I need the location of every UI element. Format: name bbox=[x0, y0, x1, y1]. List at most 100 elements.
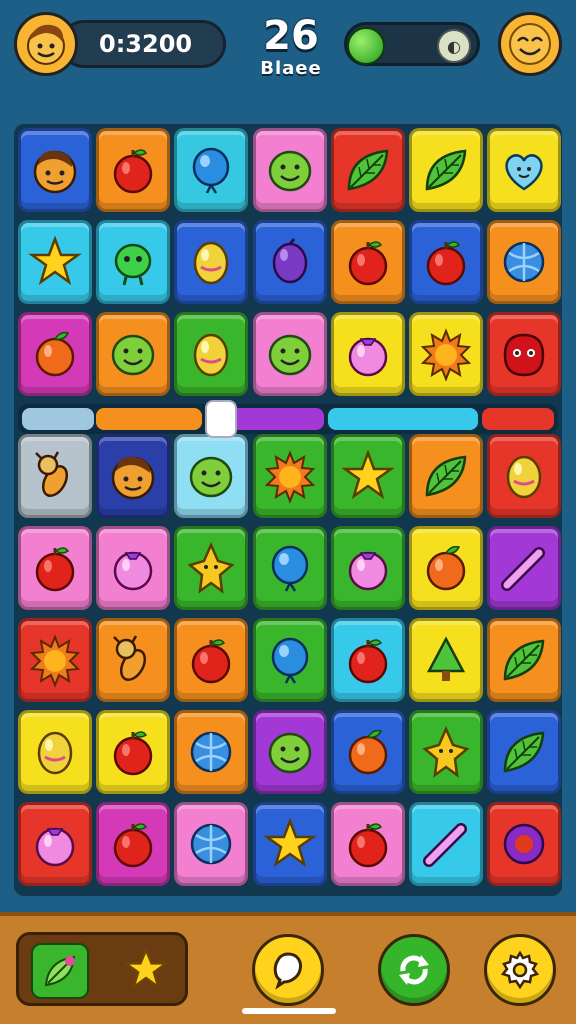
board-tile[interactable] bbox=[487, 312, 562, 396]
board-tile[interactable] bbox=[174, 526, 249, 610]
apple-icon bbox=[113, 149, 153, 194]
board-tile[interactable] bbox=[330, 618, 405, 702]
slider-segment bbox=[22, 408, 94, 430]
leaf-icon bbox=[425, 149, 467, 191]
smile-icon bbox=[268, 150, 311, 192]
leaf-icon bbox=[503, 731, 545, 773]
star-booster-icon[interactable] bbox=[119, 943, 173, 995]
board-tile[interactable] bbox=[18, 526, 92, 610]
board-tile[interactable] bbox=[174, 128, 249, 212]
leaf-icon bbox=[347, 149, 389, 191]
board-tile[interactable] bbox=[18, 710, 92, 794]
ball-icon bbox=[191, 823, 232, 865]
board-tile[interactable] bbox=[18, 128, 92, 212]
refresh-button[interactable] bbox=[378, 934, 450, 1006]
board-tile[interactable] bbox=[174, 618, 249, 702]
board-tile[interactable] bbox=[252, 710, 327, 794]
slider-segment bbox=[96, 408, 202, 430]
board-tile[interactable] bbox=[487, 220, 562, 304]
board-tile[interactable] bbox=[96, 434, 171, 518]
board-tile[interactable] bbox=[252, 128, 327, 212]
board-tile[interactable] bbox=[96, 312, 171, 396]
player-avatar[interactable] bbox=[14, 12, 78, 76]
board-tile[interactable] bbox=[252, 802, 327, 886]
energy-bar[interactable]: ◐ bbox=[344, 22, 480, 66]
board-tile[interactable] bbox=[174, 802, 249, 886]
heart-icon bbox=[505, 154, 543, 191]
board-tile[interactable] bbox=[487, 526, 562, 610]
board-tile[interactable] bbox=[252, 434, 327, 518]
board-tile[interactable] bbox=[174, 434, 249, 518]
board-tile[interactable] bbox=[330, 434, 405, 518]
board-tile[interactable] bbox=[96, 802, 171, 886]
board-tile[interactable] bbox=[409, 128, 483, 212]
board-tile[interactable] bbox=[487, 128, 562, 212]
board-tile[interactable] bbox=[18, 618, 92, 702]
board-tile[interactable] bbox=[487, 618, 562, 702]
board-tile[interactable] bbox=[96, 128, 171, 212]
green-gem-icon bbox=[347, 27, 385, 65]
leaf-icon bbox=[425, 455, 467, 497]
berry-icon bbox=[348, 551, 388, 591]
board-tile[interactable] bbox=[487, 802, 562, 886]
board-tile[interactable] bbox=[96, 618, 171, 702]
board-tile[interactable] bbox=[174, 220, 249, 304]
board-tile[interactable] bbox=[487, 434, 562, 518]
board-tile[interactable] bbox=[174, 710, 249, 794]
board-tile[interactable] bbox=[330, 312, 405, 396]
smile-icon bbox=[190, 456, 233, 498]
apple-icon bbox=[348, 241, 388, 286]
score-display: 0:3200 bbox=[60, 20, 226, 68]
row-slider[interactable] bbox=[18, 404, 558, 434]
board-tile[interactable] bbox=[174, 312, 249, 396]
plum-icon bbox=[272, 238, 307, 284]
board-tile[interactable] bbox=[252, 220, 327, 304]
egg-icon bbox=[194, 333, 229, 377]
board-tile[interactable] bbox=[18, 220, 92, 304]
apple-icon bbox=[426, 241, 466, 286]
smile-icon bbox=[268, 334, 311, 376]
board-tile[interactable] bbox=[409, 312, 483, 396]
board-tile[interactable] bbox=[487, 710, 562, 794]
board-tile[interactable] bbox=[96, 710, 171, 794]
board-tile[interactable] bbox=[330, 710, 405, 794]
board-tile[interactable] bbox=[409, 802, 483, 886]
board-tile[interactable] bbox=[252, 526, 327, 610]
board-tile[interactable] bbox=[409, 220, 483, 304]
board-tile[interactable] bbox=[409, 434, 483, 518]
top-hud: 0:3200 26 Blaee ◐ bbox=[0, 0, 576, 110]
board-tile[interactable] bbox=[18, 434, 92, 518]
star-icon bbox=[340, 449, 395, 500]
board-tile[interactable] bbox=[409, 710, 483, 794]
egg-icon bbox=[37, 731, 73, 775]
apple-icon bbox=[113, 823, 153, 868]
egg-icon bbox=[194, 241, 229, 285]
slider-handle[interactable] bbox=[205, 400, 237, 438]
ring-icon bbox=[503, 823, 545, 865]
bug-icon bbox=[113, 635, 147, 681]
score-value: 0:3200 bbox=[99, 30, 193, 58]
settings-button[interactable] bbox=[484, 934, 556, 1006]
board-tile[interactable] bbox=[330, 526, 405, 610]
board-tile[interactable] bbox=[330, 128, 405, 212]
face-icon bbox=[111, 456, 155, 500]
board-tile[interactable] bbox=[96, 526, 171, 610]
board-tile[interactable] bbox=[409, 526, 483, 610]
board-tile[interactable] bbox=[252, 618, 327, 702]
balloon-icon bbox=[271, 637, 308, 684]
board-tile[interactable] bbox=[18, 312, 92, 396]
board-tile[interactable] bbox=[96, 220, 171, 304]
hint-button[interactable] bbox=[252, 934, 324, 1006]
board-tile[interactable] bbox=[330, 802, 405, 886]
board-tile[interactable] bbox=[409, 618, 483, 702]
ball-icon bbox=[191, 731, 232, 773]
board-tile[interactable] bbox=[330, 220, 405, 304]
berry-icon bbox=[348, 337, 388, 377]
board-tile[interactable] bbox=[252, 312, 327, 396]
profile-face-button[interactable] bbox=[498, 12, 562, 76]
board-tile[interactable] bbox=[18, 802, 92, 886]
home-indicator bbox=[242, 1008, 336, 1014]
wand-icon bbox=[501, 547, 546, 591]
leaf-booster-icon[interactable] bbox=[31, 943, 89, 999]
blob-icon bbox=[503, 333, 545, 377]
